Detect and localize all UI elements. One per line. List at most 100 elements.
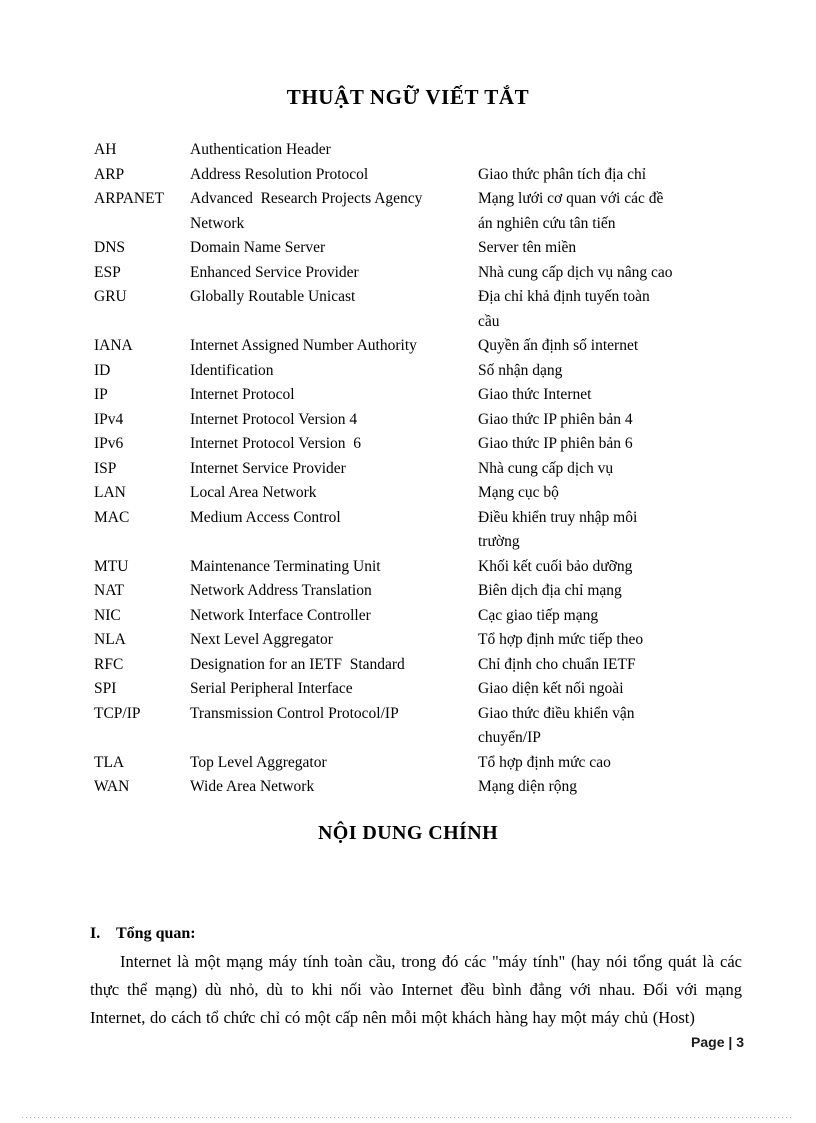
table-row: ARP Address Resolution Protocol Giao thức … <box>94 163 744 188</box>
heading-number: I. <box>90 925 101 942</box>
table-row: ARPANET Advanced Research Projects Agency… <box>94 187 744 212</box>
abbreviation-term: TCP/IP <box>94 704 141 722</box>
abbreviation-expansion: Designation for an IETF Standard <box>190 655 405 673</box>
table-row: SPI Serial Peripheral Interface Giao diện … <box>94 677 744 702</box>
abbreviation-term: NIC <box>94 606 121 624</box>
abbreviation-expansion: Internet Protocol Version 6 <box>190 435 362 452</box>
document-page: THUẬT NGỮ VIẾT TẮT AH Authentication Head… <box>0 0 816 1123</box>
abbreviation-expansion: Enhanced Service Provider <box>190 263 359 281</box>
abbreviation-translation-continued: chuyển/IP <box>478 729 541 746</box>
table-row: MAC Medium Access Control Điều khiển truy … <box>94 506 744 531</box>
abbreviation-expansion: Identification <box>190 361 274 379</box>
abbreviation-translation: Giao thức IP phiên bản 6 <box>478 435 633 452</box>
table-row: MTU Maintenance Terminating Unit Khối kết … <box>94 555 744 580</box>
abbreviation-expansion: Address Resolution Protocol <box>190 165 369 183</box>
abbreviation-translation: Cạc giao tiếp mạng <box>478 606 599 624</box>
abbreviation-term: GRU <box>94 288 127 305</box>
table-row: LAN Local Area Network Mạng cục bộ <box>94 481 744 506</box>
section-title: NỘI DUNG CHÍNH <box>317 822 499 844</box>
abbreviation-term: MAC <box>94 508 130 526</box>
abbreviation-translation: Địa chỉ khả định tuyến toàn <box>478 288 650 305</box>
abbreviation-term: WAN <box>94 778 130 795</box>
page-footer: Page | 3 <box>691 1034 744 1050</box>
abbreviation-expansion: Advanced Research Projects Agency <box>190 190 423 207</box>
abbreviation-translation: Mạng diện rộng <box>478 778 578 795</box>
table-row: NIC Network Interface Controller Cạc giao … <box>94 604 744 629</box>
abbreviation-expansion: Internet Protocol <box>190 386 295 403</box>
abbreviation-expansion: Next Level Aggregator <box>190 631 333 648</box>
table-row: ISP Internet Service Provider Nhà cung cấp… <box>94 457 744 482</box>
abbreviation-term: SPI <box>94 680 117 697</box>
abbreviation-expansion: Internet Assigned Number Authority <box>190 337 417 354</box>
abbreviation-translation: Giao thức điều khiển vận <box>478 704 635 722</box>
abbreviation-term: ARP <box>94 165 125 183</box>
table-row: IPv6 Internet Protocol Version 6 Giao thức… <box>94 432 744 457</box>
table-row-continuation: chuyển/IP <box>94 726 744 751</box>
abbreviation-term: ISP <box>94 459 117 477</box>
abbreviation-term: RFC <box>94 655 124 673</box>
table-row: ESP Enhanced Service Provider Nhà cung cấp… <box>94 261 744 286</box>
abbreviation-expansion: Maintenance Terminating Unit <box>190 557 381 575</box>
abbreviation-translation-continued: cầu <box>478 312 500 330</box>
table-row: NLA Next Level Aggregator Tổ hợp định mức … <box>94 628 744 653</box>
abbreviation-expansion: Local Area Network <box>190 484 317 501</box>
abbreviation-expansion: Internet Protocol Version 4 <box>190 410 358 428</box>
abbreviation-term: IPv6 <box>94 435 124 452</box>
abbreviation-term: NAT <box>94 582 125 599</box>
abbreviation-translation: Nhà cung cấp dịch vụ nâng cao <box>478 263 673 281</box>
abbreviation-term: IANA <box>94 337 133 354</box>
abbreviation-expansion: Domain Name Server <box>190 239 326 256</box>
abbreviation-term: AH <box>94 141 117 158</box>
abbreviation-translation: Tổ hợp định mức tiếp theo <box>478 631 644 648</box>
abbreviation-term: NLA <box>94 631 126 648</box>
table-row: IPv4 Internet Protocol Version 4 Giao thức… <box>94 408 744 433</box>
heading-label: Tổng quan: <box>116 925 196 942</box>
abbreviation-translation: Giao thức Internet <box>478 386 592 403</box>
abbreviation-translation: Biên dịch địa chỉ mạng <box>478 582 622 599</box>
abbreviation-translation-continued: án nghiên cứu tân tiến <box>478 214 616 232</box>
abbreviation-translation: Số nhận dạng <box>478 361 563 379</box>
abbreviation-term: DNS <box>94 239 126 256</box>
abbreviation-expansion: Top Level Aggregator <box>190 753 327 771</box>
abbreviation-term: IP <box>94 386 108 403</box>
abbreviation-translation: Khối kết cuối bảo dưỡng <box>478 557 633 575</box>
table-row: WAN Wide Area Network Mạng diện rộng <box>94 775 744 800</box>
abbreviation-expansion: Internet Service Provider <box>190 459 346 477</box>
abbreviation-term: LAN <box>94 484 126 501</box>
abbreviation-term: ARPANET <box>94 190 165 207</box>
abbreviation-table: AH Authentication Header ARP Address Resolu… <box>94 138 744 800</box>
body-paragraph: Internet là một mạng máy tính toàn cầu, … <box>90 952 742 1027</box>
table-row: IP Internet Protocol Giao thức Internet <box>94 383 744 408</box>
page-title: THUẬT NGỮ VIẾT TẮT <box>286 85 530 109</box>
abbreviation-expansion: Authentication Header <box>190 141 331 158</box>
abbreviation-term: MTU <box>94 557 129 575</box>
abbreviation-translation: Mạng cục bộ <box>478 484 559 501</box>
abbreviation-translation: Giao thức IP phiên bản 4 <box>478 410 633 428</box>
page-separator <box>22 1117 794 1118</box>
abbreviation-expansion: Transmission Control Protocol/IP <box>190 704 399 722</box>
abbreviation-expansion: Globally Routable Unicast <box>190 288 356 305</box>
table-row: RFC Designation for an IETF Standard Chỉ đ… <box>94 653 744 678</box>
abbreviation-translation: Giao diện kết nối ngoài <box>478 680 624 697</box>
table-row: ID Identification Số nhận dạng <box>94 359 744 384</box>
table-row: TLA Top Level Aggregator Tổ hợp định mức c… <box>94 751 744 776</box>
abbreviation-term: ESP <box>94 263 121 281</box>
abbreviation-expansion: Network Address Translation <box>190 582 372 599</box>
abbreviation-expansion-continued: Network <box>190 214 245 232</box>
abbreviation-expansion: Serial Peripheral Interface <box>190 680 353 697</box>
abbreviation-translation: Giao thức phân tích địa chỉ <box>478 165 647 183</box>
abbreviation-expansion: Medium Access Control <box>190 508 341 526</box>
abbreviation-translation: Chỉ định cho chuẩn IETF <box>478 655 636 673</box>
abbreviation-term: ID <box>94 361 111 379</box>
abbreviation-translation: Server tên miền <box>478 239 577 256</box>
table-row-continuation: cầu <box>94 310 744 335</box>
table-row-continuation: Network án nghiên cứu tân tiến <box>94 212 744 237</box>
table-row: AH Authentication Header <box>94 138 744 163</box>
abbreviation-expansion: Network Interface Controller <box>190 606 371 624</box>
abbreviation-translation: Nhà cung cấp dịch vụ <box>478 459 614 477</box>
table-row: DNS Domain Name Server Server tên miền <box>94 236 744 261</box>
table-row: TCP/IP Transmission Control Protocol/IP Gi… <box>94 702 744 727</box>
table-row: GRU Globally Routable Unicast Địa chỉ khả … <box>94 285 744 310</box>
table-row: IANA Internet Assigned Number Authority Qu… <box>94 334 744 359</box>
abbreviation-translation: Mạng lưới cơ quan với các đề <box>478 190 664 207</box>
